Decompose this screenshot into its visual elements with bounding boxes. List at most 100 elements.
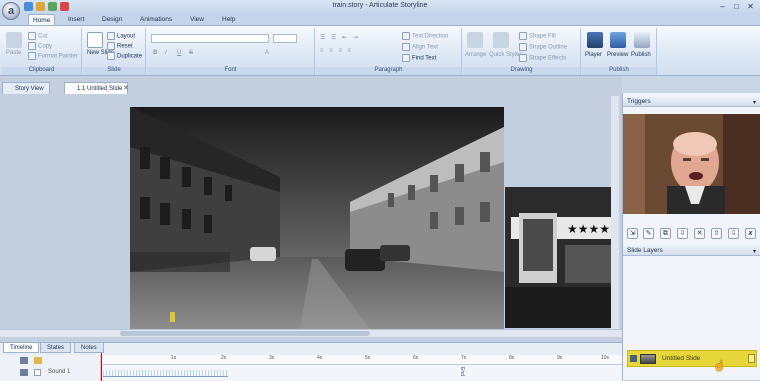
bold-button[interactable]: B — [153, 50, 157, 56]
slide-group: New Slide Layout Reset Duplicate Slide — [83, 28, 146, 75]
undo-icon[interactable] — [36, 2, 45, 11]
street-photo[interactable] — [130, 107, 504, 329]
eye-icon[interactable] — [20, 357, 28, 364]
tab-home[interactable]: Home — [28, 14, 56, 25]
tick-label: 9s — [557, 355, 563, 361]
reset-button[interactable]: Reset — [107, 42, 133, 50]
eye-icon[interactable] — [630, 355, 637, 362]
drawing-group: Arrange Quick Styles Shape Fill Shape Ou… — [463, 28, 581, 75]
shape-fill-button[interactable]: Shape Fill — [519, 32, 556, 40]
trigger-button-new[interactable]: ⇲ — [627, 228, 638, 239]
preview-icon — [610, 32, 626, 48]
layer-properties-icon[interactable] — [748, 354, 755, 363]
format-painter-button[interactable]: Format Painter — [28, 52, 78, 60]
tab-slide[interactable]: 1.1 Untitled Slide — [64, 82, 129, 94]
window-title: train.story - Articulate Storyline — [332, 2, 428, 9]
trigger-button-variables[interactable]: x — [745, 228, 756, 239]
cut-button[interactable]: Cut — [28, 32, 47, 40]
audio-waveform[interactable] — [103, 370, 228, 377]
trigger-button-copy[interactable]: ⧉ — [660, 228, 671, 239]
reset-icon — [107, 42, 115, 50]
publish-group-label: Publish — [582, 67, 656, 75]
quick-styles-icon — [493, 32, 509, 48]
chevron-down-icon[interactable]: ▾ — [753, 248, 756, 255]
arrange-button[interactable]: Arrange — [465, 52, 486, 58]
shape-effects-button[interactable]: Shape Effects — [519, 54, 566, 62]
tab-animations[interactable]: Animations — [136, 14, 176, 25]
list-icons[interactable]: ☰ ☰ ⇤ ⇥ — [320, 34, 360, 41]
align-icons[interactable]: ≡ ≡ ≡ ≡ — [320, 48, 353, 54]
clipboard-group-label: Clipboard — [2, 67, 81, 75]
record-icon[interactable] — [60, 2, 69, 11]
trigger-button-edit[interactable]: ✎ — [643, 228, 654, 239]
ribbon-tab-bar: Home Insert Design Animations View Help — [0, 14, 760, 25]
arrange-icon — [467, 32, 483, 48]
bus-image[interactable]: ★★★★ — [505, 187, 611, 328]
tick-label: 6s — [413, 355, 419, 361]
tab-timeline[interactable]: Timeline — [3, 343, 40, 353]
redo-icon[interactable] — [48, 2, 57, 11]
close-tab-icon[interactable]: ✕ — [123, 84, 129, 92]
align-text-button[interactable]: Align Text — [402, 43, 438, 51]
italic-button[interactable]: I — [165, 50, 167, 56]
tab-insert[interactable]: Insert — [64, 14, 88, 25]
tab-help[interactable]: Help — [218, 14, 239, 25]
close-button[interactable]: ✕ — [746, 2, 755, 11]
text-direction-button[interactable]: Text Direction — [402, 32, 448, 40]
save-icon[interactable] — [24, 2, 33, 11]
slide-layers-header: Slide Layers — [623, 246, 760, 256]
tab-design[interactable]: Design — [98, 14, 126, 25]
strikethrough-button[interactable]: S — [189, 50, 193, 56]
tick-label: 7s — [461, 355, 467, 361]
minimize-button[interactable]: – — [718, 2, 727, 11]
maximize-button[interactable]: □ — [732, 2, 741, 11]
underline-button[interactable]: U — [177, 50, 181, 56]
clipboard-group: Paste Cut Copy Format Painter Clipboard — [2, 28, 82, 75]
scroll-thumb[interactable] — [120, 331, 370, 336]
paragraph-group-label: Paragraph — [316, 67, 461, 75]
tick-label: 1s — [171, 355, 177, 361]
end-marker[interactable]: End — [459, 367, 465, 376]
text-direction-icon — [402, 32, 410, 40]
lock-checkbox[interactable] — [34, 369, 41, 376]
tab-view[interactable]: View — [186, 14, 208, 25]
tab-notes[interactable]: Notes — [74, 343, 104, 353]
app-menu-button[interactable]: a — [2, 2, 20, 20]
paste-button[interactable]: Paste — [6, 50, 21, 56]
layer-thumbnail — [640, 354, 656, 364]
trigger-button-paste[interactable]: ⇩ — [677, 228, 688, 239]
duplicate-icon — [107, 52, 115, 60]
shape-outline-button[interactable]: Shape Outline — [519, 43, 567, 51]
player-button[interactable]: Player — [585, 52, 602, 58]
timeline-track[interactable]: End — [101, 365, 622, 381]
trigger-button-up[interactable]: ⇧ — [711, 228, 722, 239]
tick-label: 5s — [365, 355, 371, 361]
horizontal-scrollbar[interactable] — [0, 329, 622, 337]
timeline-ruler[interactable]: 1s 2s 3s 4s 5s 6s 7s 8s 9s 10s — [101, 355, 622, 365]
copy-button[interactable]: Copy — [28, 42, 52, 50]
layout-button[interactable]: Layout — [107, 32, 135, 40]
title-bar: train.story - Articulate Storyline – □ ✕ — [0, 0, 760, 14]
clear-format-button[interactable]: A — [265, 50, 269, 56]
font-group: B I U S A Font — [147, 28, 315, 75]
font-size-select[interactable] — [273, 34, 297, 43]
vertical-scrollbar[interactable] — [611, 96, 619, 329]
layer-item-base[interactable]: Untitled Slide — [627, 350, 757, 367]
right-panel: Triggers ▾ ⇲ ✎ ⧉ ⇩ ✕ ⇧ ⇩ x Slide Layers … — [622, 93, 760, 380]
paste-icon — [6, 32, 22, 48]
playhead[interactable] — [101, 353, 102, 381]
font-name-select[interactable] — [151, 34, 269, 43]
align-text-icon — [402, 43, 410, 51]
tab-states[interactable]: States — [40, 343, 72, 353]
quick-styles-button[interactable]: Quick Styles — [489, 52, 522, 58]
find-text-button[interactable]: Find Text — [402, 54, 436, 62]
trigger-button-delete[interactable]: ✕ — [694, 228, 705, 239]
preview-button[interactable]: Preview — [607, 52, 628, 58]
lock-icon[interactable] — [34, 357, 42, 364]
publish-button[interactable]: Publish — [631, 52, 651, 58]
chevron-down-icon[interactable]: ▾ — [753, 99, 756, 106]
duplicate-button[interactable]: Duplicate — [107, 52, 142, 60]
trigger-button-down[interactable]: ⇩ — [728, 228, 739, 239]
eye-icon[interactable] — [20, 369, 28, 376]
tab-story-view[interactable]: Story View — [2, 82, 50, 94]
